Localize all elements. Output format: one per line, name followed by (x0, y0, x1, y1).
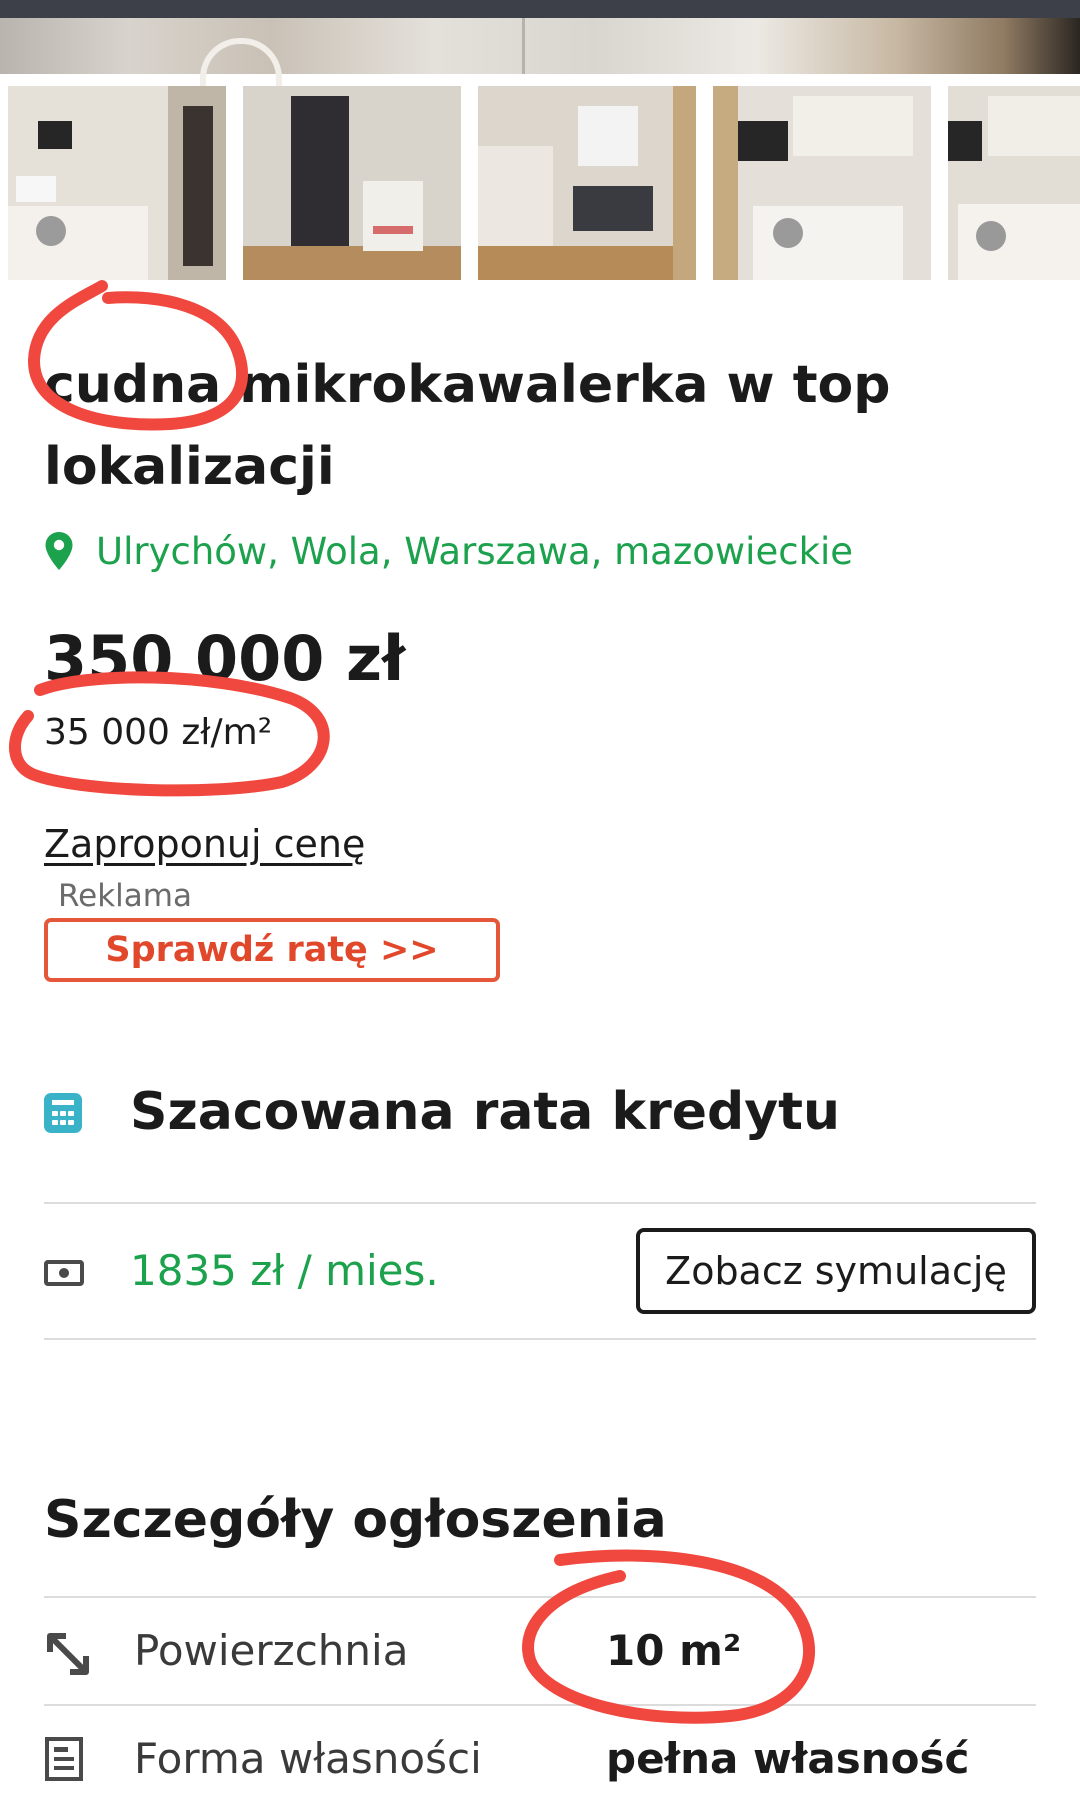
divider (44, 1338, 1036, 1340)
check-rate-button[interactable]: Sprawdź ratę >> (44, 918, 500, 982)
listing-location[interactable]: Ulrychów, Wola, Warszawa, mazowieckie (44, 523, 853, 579)
top-bar (0, 0, 1080, 18)
photo-thumbnail[interactable] (243, 86, 461, 280)
divider (44, 1704, 1036, 1706)
loan-section-title: Szacowana rata kredytu (130, 1082, 840, 1142)
photo-thumbnail[interactable] (478, 86, 696, 280)
listing-price: 350 000 zł (44, 622, 406, 695)
ad-label: Reklama (58, 878, 192, 914)
photo-thumbnail[interactable] (948, 86, 1080, 280)
divider (44, 1596, 1036, 1598)
propose-price-link[interactable]: Zaproponuj cenę (44, 822, 365, 866)
cash-icon (44, 1260, 84, 1286)
location-text: Ulrychów, Wola, Warszawa, mazowieckie (96, 529, 854, 573)
listing-title: cudna mikrokawalerka w top lokalizacji (44, 355, 891, 497)
detail-value-area: 10 m² (606, 1626, 742, 1675)
monthly-payment: 1835 zł / mies. (130, 1246, 439, 1295)
document-icon (45, 1737, 83, 1781)
detail-label-area: Powierzchnia (134, 1626, 409, 1675)
main-photo[interactable] (0, 18, 1080, 104)
map-pin-icon (45, 532, 73, 570)
price-per-m2: 35 000 zł/m² (44, 712, 273, 753)
photo-thumbnail[interactable] (713, 86, 931, 280)
photo-thumbnail[interactable] (8, 86, 226, 280)
details-section-title: Szczegóły ogłoszenia (44, 1490, 667, 1550)
calculator-icon (44, 1093, 82, 1133)
photo-thumbnail-strip[interactable] (0, 86, 1080, 280)
detail-value-ownership: pełna własność (606, 1734, 970, 1783)
view-simulation-button[interactable]: Zobacz symulację (636, 1228, 1036, 1314)
resize-arrow-icon (47, 1633, 89, 1675)
divider (44, 1202, 1036, 1204)
detail-label-ownership: Forma własności (134, 1734, 482, 1783)
